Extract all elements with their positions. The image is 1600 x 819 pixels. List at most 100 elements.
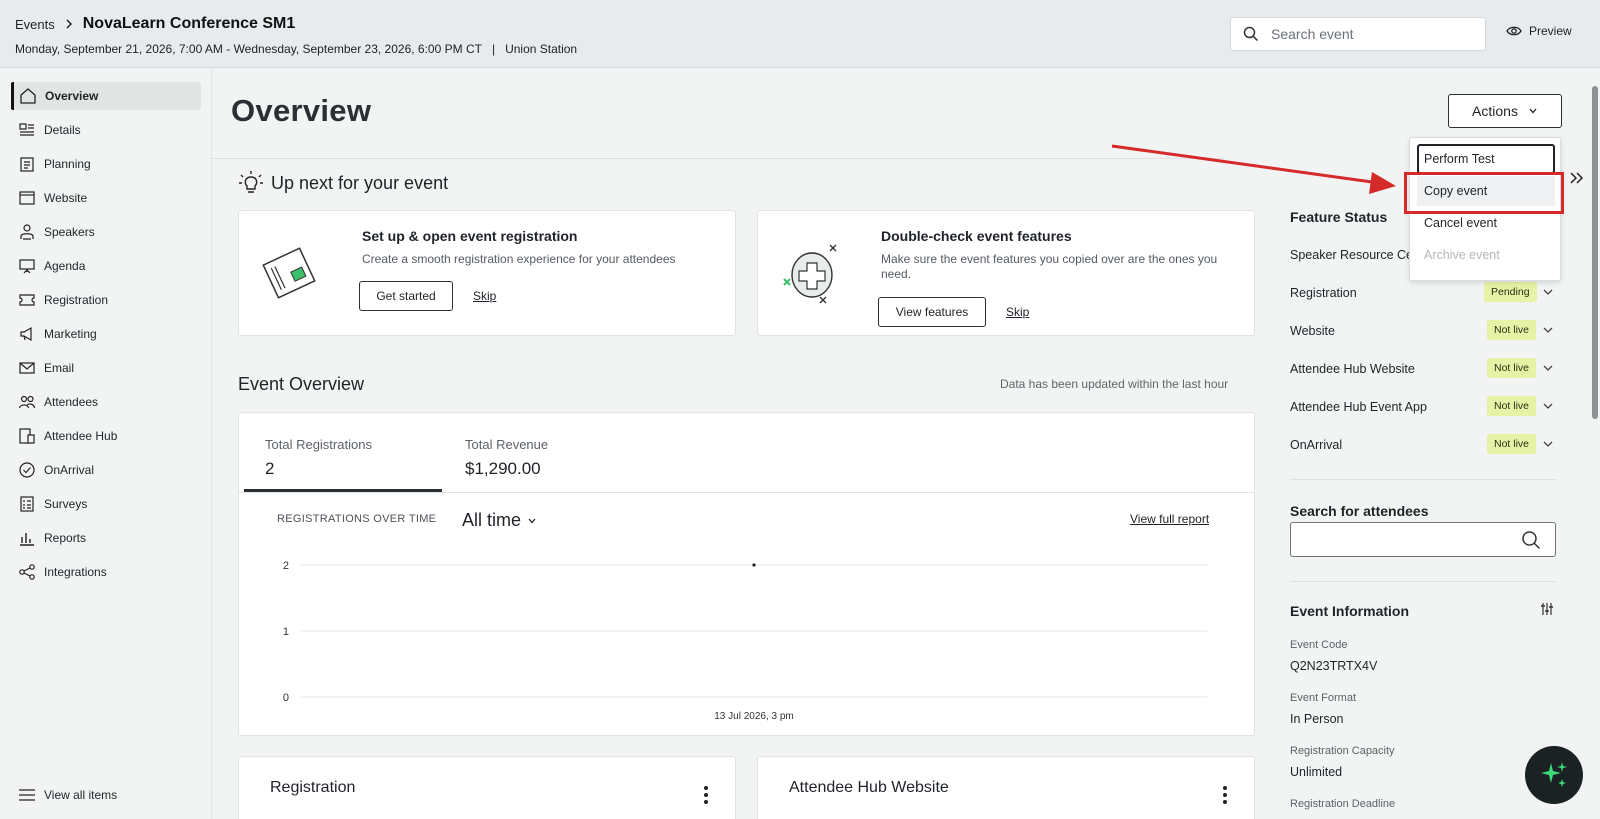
up-next-heading: Up next for your event bbox=[238, 170, 448, 196]
sidebar-item-reports[interactable]: Reports bbox=[11, 524, 201, 552]
card-title: Attendee Hub Website bbox=[789, 779, 949, 796]
meta-separator: | bbox=[491, 42, 496, 56]
event-meta: Monday, September 21, 2026, 7:00 AM - We… bbox=[15, 42, 577, 56]
more-vertical-icon[interactable] bbox=[703, 785, 709, 805]
event-venue: Union Station bbox=[505, 42, 578, 56]
view-features-button[interactable]: View features bbox=[878, 297, 986, 327]
page-scrollbar[interactable] bbox=[1588, 68, 1600, 819]
get-started-button[interactable]: Get started bbox=[359, 281, 453, 311]
data-updated-note: Data has been updated within the last ho… bbox=[1000, 377, 1229, 391]
envelope-icon bbox=[19, 362, 35, 374]
registration-deadline-label: Registration Deadline bbox=[1290, 798, 1396, 810]
sidebar-item-label: Marketing bbox=[44, 327, 97, 341]
devices-icon bbox=[19, 428, 35, 444]
search-icon bbox=[1243, 26, 1259, 42]
sidebar-item-registration[interactable]: Registration bbox=[11, 286, 201, 314]
sidebar-item-surveys[interactable]: Surveys bbox=[11, 490, 201, 518]
sidebar-item-label: Attendee Hub bbox=[44, 429, 118, 443]
view-all-items-button[interactable]: View all items bbox=[18, 788, 117, 802]
chevron-down-icon[interactable] bbox=[1542, 400, 1554, 412]
chevron-down-icon bbox=[528, 518, 536, 523]
sliders-icon[interactable] bbox=[1540, 602, 1554, 616]
sidebar-item-onarrival[interactable]: OnArrival bbox=[11, 456, 201, 484]
chevron-down-icon[interactable] bbox=[1542, 286, 1554, 298]
up-next-title: Up next for your event bbox=[271, 172, 449, 193]
breadcrumb-events-link[interactable]: Events bbox=[15, 17, 55, 32]
sidebar-item-planning[interactable]: Planning bbox=[11, 150, 201, 178]
card-title: Set up & open event registration bbox=[362, 228, 578, 244]
registration-capacity-label: Registration Capacity bbox=[1290, 745, 1395, 757]
actions-label: Actions bbox=[1472, 103, 1518, 119]
y-tick-label: 2 bbox=[283, 560, 289, 572]
chevron-down-icon[interactable] bbox=[1542, 438, 1554, 450]
status-badge: Pending bbox=[1484, 282, 1537, 302]
sidebar-item-overview[interactable]: Overview bbox=[11, 82, 201, 110]
metric-divider bbox=[239, 492, 1255, 493]
sidebar-item-attendees[interactable]: Attendees bbox=[11, 388, 201, 416]
top-bar: Events NovaLearn Conference SM1 Monday, … bbox=[0, 0, 1600, 68]
sidebar-item-agenda[interactable]: Agenda bbox=[11, 252, 201, 280]
feature-status-speaker-resource: Speaker Resource Ce bbox=[1290, 248, 1413, 262]
menu-icon bbox=[19, 789, 35, 801]
sidebar-item-label: Email bbox=[44, 361, 75, 375]
sidebar: Overview Details Planning Website Speake… bbox=[0, 68, 212, 819]
details-icon bbox=[19, 123, 34, 136]
feature-status-website: Website bbox=[1290, 324, 1335, 338]
sidebar-item-label: Speakers bbox=[44, 225, 95, 239]
speaker-icon bbox=[20, 224, 34, 240]
sidebar-item-label: Planning bbox=[44, 157, 91, 171]
time-filter-dropdown[interactable]: All time bbox=[462, 510, 537, 531]
check-circle-icon bbox=[19, 462, 35, 478]
sidebar-item-label: Integrations bbox=[44, 565, 107, 579]
page-title: Overview bbox=[231, 93, 372, 128]
status-badge: Not live bbox=[1487, 358, 1537, 378]
card-description: Create a smooth registration experience … bbox=[362, 252, 676, 266]
double-chevron-right-icon[interactable] bbox=[1566, 168, 1588, 188]
title-divider bbox=[212, 158, 1225, 159]
sidebar-item-email[interactable]: Email bbox=[11, 354, 201, 382]
sidebar-item-integrations[interactable]: Integrations bbox=[11, 558, 201, 586]
event-overview-title: Event Overview bbox=[238, 374, 365, 394]
view-full-report-link[interactable]: View full report bbox=[1130, 512, 1209, 526]
event-search[interactable] bbox=[1230, 17, 1486, 51]
preview-label: Preview bbox=[1529, 24, 1572, 38]
search-event-input[interactable] bbox=[1271, 26, 1461, 42]
registration-capacity-value: Unlimited bbox=[1290, 765, 1343, 779]
feature-status-title: Feature Status bbox=[1290, 209, 1388, 225]
sidebar-item-attendee-hub[interactable]: Attendee Hub bbox=[11, 422, 201, 450]
attendee-search-input[interactable] bbox=[1291, 523, 1511, 555]
card-description: Make sure the event features you copied … bbox=[881, 252, 1218, 281]
registrations-chart: 0 1 2 13 Jul 2026, 3 pm bbox=[283, 560, 1207, 722]
sidebar-item-label: Attendees bbox=[44, 395, 99, 409]
sidebar-item-details[interactable]: Details bbox=[11, 116, 201, 144]
menu-item-perform-test[interactable]: Perform Test bbox=[1417, 144, 1555, 174]
sidebar-item-label: Website bbox=[44, 191, 88, 205]
sidebar-item-speakers[interactable]: Speakers bbox=[11, 218, 201, 246]
chart-data-point[interactable] bbox=[752, 563, 756, 567]
ai-assistant-button[interactable] bbox=[1525, 746, 1583, 804]
feature-check-card: Double-check event features Make sure th… bbox=[757, 210, 1255, 336]
sidebar-item-marketing[interactable]: Marketing bbox=[11, 320, 201, 348]
event-dates: Monday, September 21, 2026, 7:00 AM - We… bbox=[15, 42, 482, 56]
actions-button[interactable]: Actions bbox=[1448, 94, 1562, 128]
home-icon bbox=[20, 88, 36, 104]
sidebar-item-website[interactable]: Website bbox=[11, 184, 201, 212]
preview-button[interactable]: Preview bbox=[1506, 24, 1572, 38]
presentation-icon bbox=[19, 259, 35, 274]
skip-registration-link[interactable]: Skip bbox=[473, 289, 496, 303]
skip-features-link[interactable]: Skip bbox=[1006, 305, 1029, 319]
chevron-down-icon[interactable] bbox=[1542, 324, 1554, 336]
breadcrumb: Events NovaLearn Conference SM1 bbox=[15, 15, 295, 33]
search-icon[interactable] bbox=[1521, 530, 1541, 550]
feature-status-attendee-hub-app: Attendee Hub Event App bbox=[1290, 400, 1427, 414]
event-format-label: Event Format bbox=[1290, 692, 1357, 704]
feature-status-registration: Registration bbox=[1290, 286, 1357, 300]
chevron-down-icon[interactable] bbox=[1542, 362, 1554, 374]
card-title: Double-check event features bbox=[881, 228, 1072, 244]
attendee-hub-website-card: Attendee Hub Website bbox=[757, 756, 1255, 819]
scrollbar-thumb[interactable] bbox=[1592, 86, 1598, 419]
more-vertical-icon[interactable] bbox=[1222, 785, 1228, 805]
annotation-highlight-box bbox=[1404, 172, 1564, 214]
attendee-search-box[interactable] bbox=[1290, 522, 1556, 557]
chevron-right-icon bbox=[66, 19, 72, 29]
